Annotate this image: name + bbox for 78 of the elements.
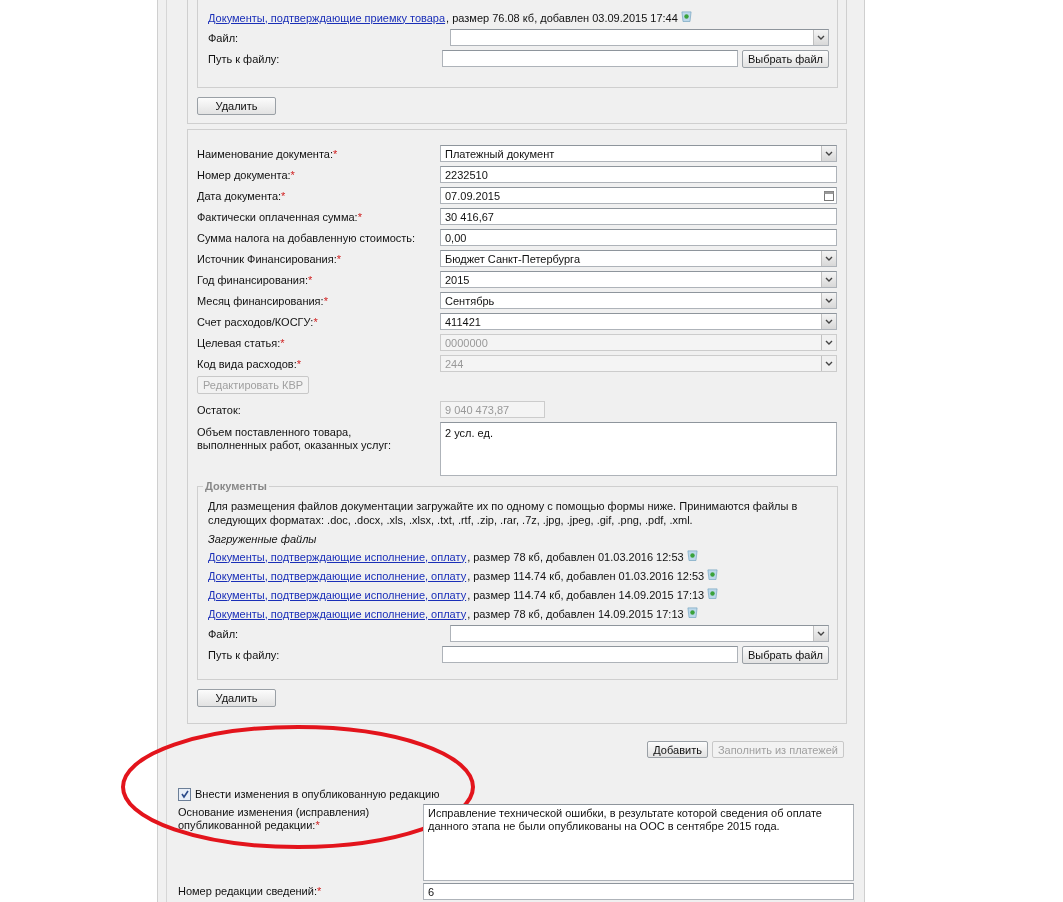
field-label: Код вида расходов:* <box>197 357 303 370</box>
required-mark: * <box>308 273 313 286</box>
recycle-bin-icon[interactable] <box>707 567 719 580</box>
select-field[interactable]: Бюджет Санкт-Петербурга <box>440 250 837 267</box>
delete-button[interactable]: Удалить <box>197 97 276 115</box>
revision-field[interactable]: 6 <box>423 883 854 900</box>
file-info: , размер 114.74 кб, добавлен 14.09.2015 17:13 <box>467 588 705 601</box>
field-label: Сумма налога на добавленную стоимость: <box>197 231 417 244</box>
checkbox-label: Внести изменения в опубликованную редакцию <box>195 788 440 800</box>
select-field[interactable]: 411421 <box>440 313 837 330</box>
chevron-down-icon[interactable] <box>825 151 833 156</box>
field-label: Год финансирования:* <box>197 273 314 286</box>
file-link[interactable]: Документы, подтверждающие исполнение, оплату <box>208 607 467 620</box>
field-label: Месяц финансирования:* <box>197 294 329 307</box>
required-mark: * <box>296 357 302 370</box>
checkbox[interactable] <box>178 787 191 801</box>
select-field[interactable]: 2015 <box>440 271 837 288</box>
calendar-icon[interactable] <box>824 191 834 201</box>
chevron-down-icon[interactable] <box>817 35 825 40</box>
field-label: Целевая статья:* <box>197 336 286 349</box>
file-info: , размер 76.08 кб, добавлен 03.09.2015 17:44 <box>446 11 678 24</box>
field-label: Файл: <box>208 31 240 44</box>
file-info: , размер 78 кб, добавлен 14.09.2015 17:13 <box>467 607 684 620</box>
input-field[interactable]: 30 416,67 <box>440 208 837 225</box>
required-mark: * <box>357 210 362 223</box>
required-mark: * <box>333 147 338 160</box>
field-label: Источник Финансирования:* <box>197 252 343 265</box>
chevron-down-icon[interactable] <box>817 631 825 636</box>
chevron-down-icon[interactable] <box>825 319 833 324</box>
action-button[interactable]: Добавить <box>647 741 708 758</box>
field-label: Фактически оплаченная сумма:* <box>197 210 363 223</box>
volume-textarea[interactable]: 2 усл. ед. <box>440 422 837 476</box>
field-label: Дата документа:* <box>197 189 287 202</box>
reason-textarea[interactable]: Исправление технической ошибки, в результате которой сведения об оплате данного этапа не были опубликованы на ООС в сентябре 2015 года. <box>423 804 854 881</box>
field-label: Номер документа:* <box>197 168 296 181</box>
file-link[interactable]: Документы, подтверждающие исполнение, оплату <box>208 550 467 563</box>
file-info: , размер 78 кб, добавлен 01.03.2016 12:53 <box>467 550 684 563</box>
upload-note: Для размещения файлов документации загружайте их по одному с помощью формы ниже. Принимаются файлы в следующих форматах: .doc, .docx, .xls, .xlsx, .txt, .rtf, .zip, .rar, .7z, .jpg, .jpeg, .gif, .png, .pdf, .xml. <box>208 499 799 527</box>
file-link[interactable]: Документы, подтверждающие исполнение, оплату <box>208 569 467 582</box>
field-label: Основание изменения (исправления) опубликованной редакции:* <box>178 805 371 832</box>
field-label: Объем поставленного товара, выполненных работ, оказанных услуг: <box>197 425 392 452</box>
required-mark: * <box>290 168 295 181</box>
field-label: Счет расходов/КОСГУ:* <box>197 315 319 328</box>
field-label: Путь к файлу: <box>208 52 281 65</box>
browse-button[interactable]: Выбрать файл <box>741 49 829 68</box>
input-field[interactable]: 2232510 <box>440 166 837 183</box>
uploaded-files-title: Загруженные файлы <box>208 533 318 545</box>
file-info: , размер 114.74 кб, добавлен 01.03.2016 12:53 <box>467 569 705 582</box>
recycle-bin-icon[interactable] <box>686 605 698 618</box>
chevron-down-icon[interactable] <box>825 277 833 282</box>
select-field[interactable]: Платежный документ <box>440 145 837 162</box>
date-field[interactable]: 07.09.2015 <box>440 187 837 204</box>
field-label: Файл: <box>208 627 240 640</box>
file-path-field[interactable] <box>441 50 738 67</box>
chevron-down-icon[interactable] <box>825 256 833 261</box>
recycle-bin-icon[interactable] <box>680 9 692 22</box>
required-mark: * <box>323 294 328 307</box>
required-mark: * <box>280 336 285 349</box>
required-mark: * <box>281 189 286 202</box>
file-path-field[interactable] <box>441 646 738 663</box>
browse-button[interactable]: Выбрать файл <box>741 645 829 664</box>
field-label: Остаток: <box>197 403 242 416</box>
select-field[interactable]: Сентябрь <box>440 292 837 309</box>
file-link[interactable]: Документы, подтверждающие исполнение, оплату <box>208 588 467 601</box>
delete-button[interactable]: Удалить <box>197 689 276 707</box>
required-mark: * <box>315 819 320 831</box>
file-link[interactable]: Документы, подтверждающие приемку товара <box>208 11 446 24</box>
field-label: Путь к файлу: <box>208 648 281 661</box>
required-mark: * <box>336 252 342 265</box>
required-mark: * <box>316 885 322 897</box>
recycle-bin-icon[interactable] <box>686 548 698 561</box>
fieldset-legend: Документы <box>203 480 269 492</box>
field-label: Номер редакции сведений:* <box>178 884 323 898</box>
chevron-down-icon[interactable] <box>825 298 833 303</box>
field-label: Наименование документа:* <box>197 147 339 160</box>
recycle-bin-icon[interactable] <box>707 586 719 599</box>
required-mark: * <box>313 315 318 328</box>
input-field[interactable]: 0,00 <box>440 229 837 246</box>
